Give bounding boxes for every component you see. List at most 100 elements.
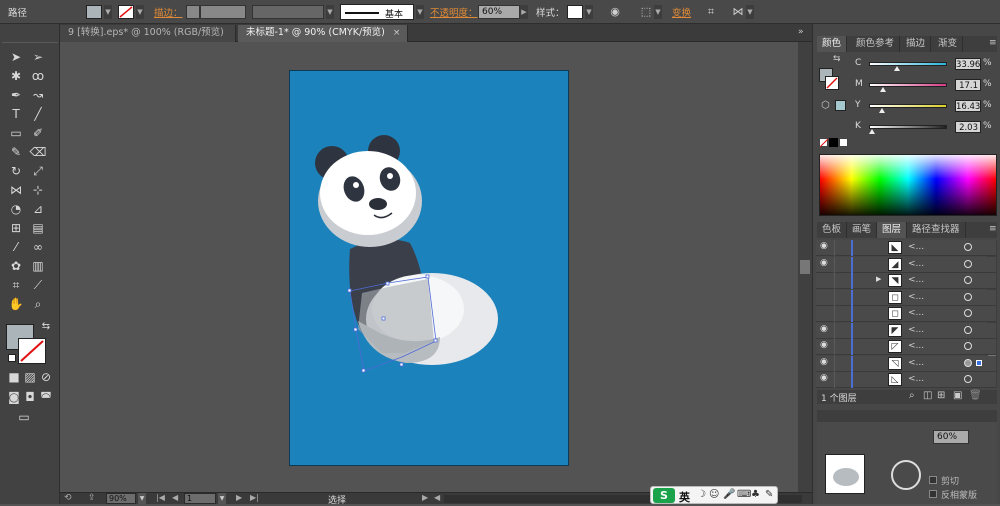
keyboard-icon[interactable]: ⌨: [737, 489, 751, 500]
slider-track-c[interactable]: [869, 62, 947, 66]
close-icon[interactable]: ×: [393, 28, 401, 38]
punctuation-icon[interactable]: ☽: [697, 489, 706, 500]
artboard[interactable]: [289, 70, 569, 466]
opacity-dropdown[interactable]: ▶: [520, 5, 528, 19]
layer-row[interactable]: ▶ ◥ <...: [816, 273, 996, 289]
gamut-color-swatch[interactable]: [835, 100, 846, 111]
line-tool[interactable]: ╱: [28, 105, 48, 123]
zoom-dropdown[interactable]: ▼: [138, 493, 146, 504]
tab-stroke[interactable]: 描边: [901, 36, 932, 52]
style-dropdown[interactable]: ▼: [585, 5, 593, 19]
fill-dropdown[interactable]: ▼: [104, 5, 112, 19]
hscroll-left-arrow[interactable]: ◀: [434, 493, 440, 502]
swap-fill-stroke-icon[interactable]: ⇆: [833, 54, 841, 64]
free-transform-tool[interactable]: ⊹: [28, 181, 48, 199]
skin-icon[interactable]: ♣: [751, 489, 760, 500]
stroke-weight-input[interactable]: [200, 5, 246, 19]
target-icon[interactable]: [964, 292, 972, 301]
slider-track-k[interactable]: [869, 125, 947, 129]
rectangle-tool[interactable]: ▭: [6, 124, 26, 142]
tab-brushes[interactable]: 画笔: [847, 222, 878, 238]
brush-definition[interactable]: 基本: [340, 4, 414, 20]
eye-icon[interactable]: ◉: [820, 340, 832, 353]
invert-mask-checkbox[interactable]: [929, 490, 937, 498]
target-icon[interactable]: [964, 276, 972, 284]
slider-thumb-y[interactable]: [879, 108, 885, 113]
layer-row[interactable]: ◉ ◺ <...: [816, 372, 996, 388]
slice-tool[interactable]: ⟋: [28, 276, 48, 294]
target-icon[interactable]: [964, 375, 972, 383]
symbol-sprayer-tool[interactable]: ✿: [6, 257, 26, 275]
out-of-gamut-icon[interactable]: ⬡: [821, 100, 830, 111]
curvature-tool[interactable]: ↝: [28, 86, 48, 104]
fill-swatch[interactable]: [86, 5, 102, 19]
eye-icon[interactable]: ◉: [820, 258, 832, 271]
screen-mode-icon[interactable]: ▭: [14, 408, 34, 426]
new-sublayer-icon[interactable]: ⊞: [937, 390, 945, 401]
ime-logo[interactable]: S: [653, 488, 675, 503]
slider-thumb-k[interactable]: [869, 129, 875, 134]
mask-thumbnail[interactable]: [891, 460, 921, 490]
prev-artboard-icon[interactable]: ◀: [172, 493, 178, 502]
target-icon[interactable]: [964, 309, 972, 317]
artboard-number-input[interactable]: 1: [184, 493, 216, 504]
tab-color-guide[interactable]: 颜色参考: [851, 36, 901, 52]
target-icon[interactable]: [964, 243, 972, 251]
slider-value-y[interactable]: 16.43: [955, 100, 981, 112]
tab-document-1[interactable]: 9 [转换].eps* @ 100% (RGB/预览): [60, 25, 236, 42]
slider-thumb-m[interactable]: [880, 87, 886, 92]
opacity-label[interactable]: 不透明度：: [430, 5, 478, 19]
next-artboard-icon[interactable]: ▶: [236, 493, 242, 502]
visibility-toggle[interactable]: [820, 291, 832, 304]
none-color-chip[interactable]: [819, 138, 829, 148]
eraser-tool[interactable]: ⌫: [28, 143, 48, 161]
type-tool[interactable]: T: [6, 105, 26, 123]
toolbox-icon[interactable]: ✎: [765, 489, 773, 500]
visibility-toggle[interactable]: [820, 274, 832, 287]
profile-dropdown[interactable]: ▼: [326, 5, 334, 19]
mesh-tool[interactable]: ⊞: [6, 219, 26, 237]
tab-layers[interactable]: 图层: [877, 222, 908, 238]
direct-selection-tool[interactable]: ➢: [28, 48, 48, 66]
target-icon[interactable]: [964, 342, 972, 350]
target-icon[interactable]: [964, 325, 972, 334]
slider-value-m[interactable]: 17.1: [955, 79, 981, 91]
clip-checkbox[interactable]: [929, 476, 937, 484]
ime-language[interactable]: 英: [679, 489, 690, 505]
graphic-style-swatch[interactable]: [567, 5, 583, 19]
visibility-toggle[interactable]: [820, 307, 832, 320]
brush-dropdown[interactable]: ▼: [416, 5, 424, 19]
layer-row[interactable]: ◉ ◤ <...: [816, 322, 996, 339]
panel-menu-icon[interactable]: ≡: [989, 224, 997, 234]
slider-thumb-c[interactable]: [894, 66, 900, 71]
panel-menu-dropdown[interactable]: ▼: [746, 5, 754, 19]
align-dropdown[interactable]: ▼: [654, 5, 662, 19]
panel-menu-icon[interactable]: ⋈: [730, 4, 746, 20]
align-to-icon[interactable]: ⬚: [638, 4, 654, 20]
layer-row[interactable]: ◉ ◣ <...: [816, 240, 996, 256]
paintbrush-tool[interactable]: ✐: [28, 124, 48, 142]
tab-swatches[interactable]: 色板: [817, 222, 848, 238]
expand-arrow-icon[interactable]: ▶: [876, 275, 881, 283]
transform-link[interactable]: 变换: [672, 5, 691, 19]
color-stroke-indicator[interactable]: [825, 76, 839, 90]
eye-icon[interactable]: ◉: [820, 241, 832, 254]
eye-icon[interactable]: ◉: [820, 357, 832, 370]
hand-tool[interactable]: ✋: [6, 295, 26, 313]
variable-width-profile[interactable]: [252, 5, 324, 19]
perspective-grid-tool[interactable]: ⊿: [28, 200, 48, 218]
width-tool[interactable]: ⋈: [6, 181, 26, 199]
pen-tool[interactable]: ✒: [6, 86, 26, 104]
delete-layer-icon[interactable]: 🗑: [969, 390, 982, 401]
default-colors-icon[interactable]: [8, 354, 16, 362]
eye-icon[interactable]: ◉: [820, 324, 832, 337]
lasso-tool[interactable]: ꝏ: [28, 67, 48, 85]
stroke-weight-spinner[interactable]: [186, 5, 200, 19]
tab-overflow-icon[interactable]: »: [798, 27, 810, 39]
none-mode-icon[interactable]: ⊘: [36, 368, 56, 386]
selection-tool[interactable]: ➤: [6, 48, 26, 66]
layer-row[interactable]: ◻ <...: [816, 289, 996, 306]
object-thumbnail[interactable]: [825, 454, 865, 494]
column-graph-tool[interactable]: ▥: [28, 257, 48, 275]
opacity-input[interactable]: 60%: [478, 5, 520, 19]
